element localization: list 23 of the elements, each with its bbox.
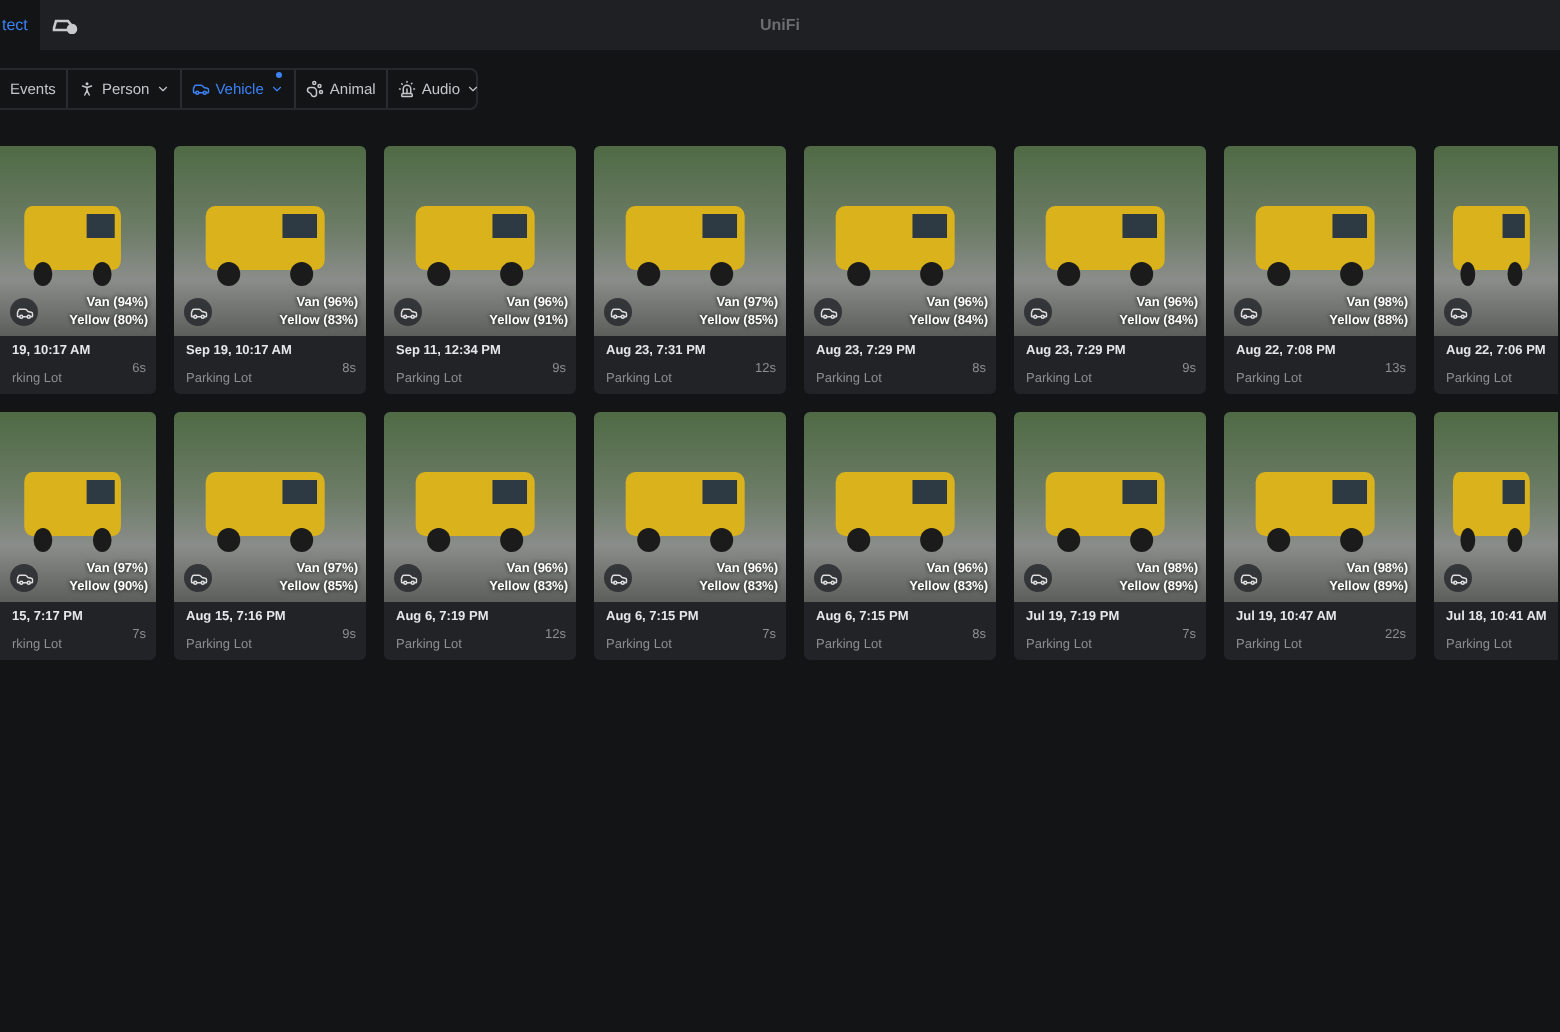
app-title: UniFi	[760, 16, 800, 34]
car-icon	[1234, 298, 1262, 326]
car-icon	[1024, 298, 1052, 326]
car-icon	[184, 564, 212, 592]
person-icon	[77, 80, 96, 98]
car-icon	[394, 564, 422, 592]
paw-icon	[305, 80, 324, 98]
car-icon	[10, 298, 38, 326]
car-icon	[1234, 564, 1262, 592]
car-icon	[1444, 298, 1472, 326]
car-icon	[10, 564, 38, 592]
car-icon	[814, 298, 842, 326]
car-icon	[1024, 564, 1052, 592]
car-icon	[604, 298, 632, 326]
car-icon	[184, 298, 212, 326]
car-icon	[394, 298, 422, 326]
car-icon	[191, 80, 210, 98]
car-icon	[814, 564, 842, 592]
car-icon	[1444, 564, 1472, 592]
car-icon	[604, 564, 632, 592]
siren-icon	[397, 80, 416, 98]
app-tab[interactable]: tect	[0, 0, 40, 50]
car-camera-icon[interactable]	[51, 16, 78, 34]
